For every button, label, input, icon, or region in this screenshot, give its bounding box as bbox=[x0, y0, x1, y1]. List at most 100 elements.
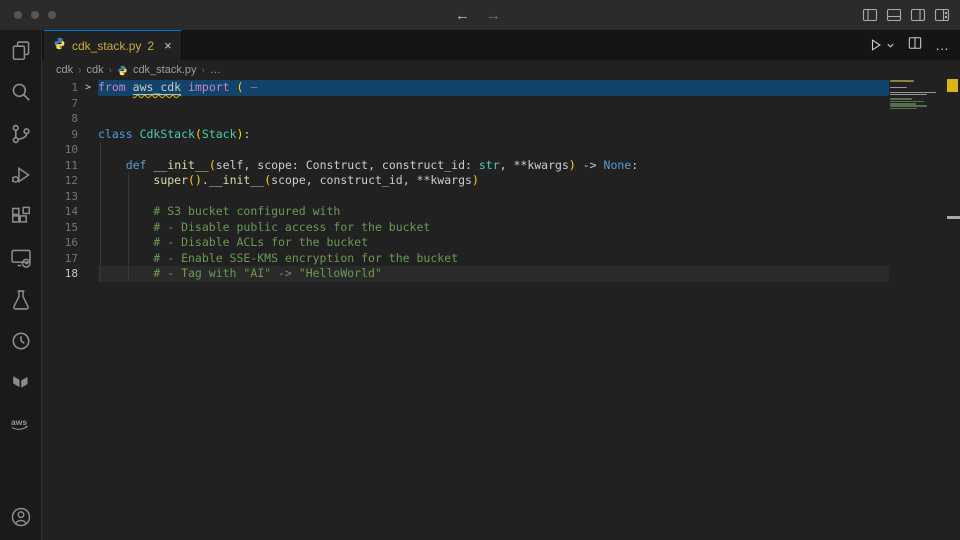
code-line[interactable]: 7 bbox=[42, 96, 960, 112]
code-line[interactable]: 10 bbox=[42, 142, 960, 158]
code-text[interactable]: # - Tag with "AI" -> "HelloWorld" bbox=[98, 266, 889, 282]
tab-problems-badge: 2 bbox=[147, 39, 154, 53]
line-number[interactable]: 14 bbox=[42, 204, 78, 220]
code-text[interactable] bbox=[98, 142, 889, 158]
code-line[interactable]: 9 class CdkStack(Stack): bbox=[42, 127, 960, 143]
line-number[interactable]: 16 bbox=[42, 235, 78, 251]
clock-icon[interactable] bbox=[0, 321, 42, 363]
code-line[interactable]: 16 # - Disable ACLs for the bucket bbox=[42, 235, 960, 251]
line-number[interactable]: 9 bbox=[42, 127, 78, 143]
breadcrumb-separator-icon: › bbox=[202, 65, 205, 76]
title-bar: ← → bbox=[0, 0, 960, 30]
fold-gutter bbox=[78, 127, 98, 143]
code-text[interactable]: super().__init__(scope, construct_id, **… bbox=[98, 173, 889, 189]
line-number[interactable]: 7 bbox=[42, 96, 78, 112]
toggle-secondary-sidebar-icon[interactable] bbox=[910, 7, 926, 23]
breadcrumb: cdk › cdk › cdk_stack.py › … bbox=[42, 60, 960, 80]
minimap-line bbox=[890, 108, 917, 110]
line-number[interactable]: 1 bbox=[42, 80, 78, 96]
indent-guide bbox=[100, 142, 101, 281]
extensions-icon[interactable] bbox=[0, 196, 42, 238]
fold-gutter bbox=[78, 189, 98, 205]
overview-ruler bbox=[946, 80, 960, 540]
window-minimize-button[interactable] bbox=[31, 11, 39, 19]
cursor-position-marker bbox=[947, 216, 960, 219]
code-text[interactable]: # - Disable public access for the bucket bbox=[98, 220, 889, 236]
run-and-debug-icon[interactable] bbox=[0, 155, 42, 197]
line-number[interactable]: 10 bbox=[42, 142, 78, 158]
line-number[interactable]: 12 bbox=[42, 173, 78, 189]
minimap-line bbox=[890, 98, 912, 100]
fold-gutter bbox=[78, 173, 98, 189]
code-line[interactable]: 17 # - Enable SSE-KMS encryption for the… bbox=[42, 251, 960, 267]
fold-gutter bbox=[78, 204, 98, 220]
tab-bar: cdk_stack.py 2 × bbox=[42, 30, 960, 60]
window-zoom-button[interactable] bbox=[48, 11, 56, 19]
tab-close-icon[interactable]: × bbox=[164, 38, 172, 53]
fold-chevron-icon[interactable]: > bbox=[78, 80, 98, 96]
minimap-line bbox=[890, 105, 927, 107]
code-text[interactable]: # S3 bucket configured with bbox=[98, 204, 889, 220]
warning-marker bbox=[947, 79, 958, 92]
python-file-icon bbox=[53, 37, 66, 55]
code-line[interactable]: 11 def __init__(self, scope: Construct, … bbox=[42, 158, 960, 174]
indent-guide bbox=[128, 173, 129, 281]
source-control-icon[interactable] bbox=[0, 113, 42, 155]
line-number[interactable]: 15 bbox=[42, 220, 78, 236]
aws-icon[interactable]: aws bbox=[0, 404, 42, 446]
code-lines: 1>from aws_cdk import ( —789class CdkSta… bbox=[42, 80, 960, 282]
code-text[interactable]: # - Enable SSE-KMS encryption for the bu… bbox=[98, 251, 889, 267]
more-actions-icon[interactable]: … bbox=[935, 40, 950, 50]
code-line[interactable]: 8 bbox=[42, 111, 960, 127]
code-line[interactable]: 12 super().__init__(scope, construct_id,… bbox=[42, 173, 960, 189]
minimap[interactable] bbox=[889, 80, 946, 280]
code-line[interactable]: 1>from aws_cdk import ( — bbox=[42, 80, 960, 96]
line-number[interactable]: 8 bbox=[42, 111, 78, 127]
terraform-icon[interactable] bbox=[0, 362, 42, 404]
code-text[interactable]: def __init__(self, scope: Construct, con… bbox=[98, 158, 889, 174]
code-text[interactable] bbox=[98, 96, 889, 112]
code-editor[interactable]: 1>from aws_cdk import ( —789class CdkSta… bbox=[42, 80, 960, 540]
window-close-button[interactable] bbox=[14, 11, 22, 19]
toggle-primary-sidebar-icon[interactable] bbox=[862, 7, 878, 23]
search-icon[interactable] bbox=[0, 72, 42, 114]
tab-cdk-stack-py[interactable]: cdk_stack.py 2 × bbox=[44, 30, 182, 60]
line-number[interactable]: 18 bbox=[42, 266, 78, 282]
code-text[interactable] bbox=[98, 111, 889, 127]
explorer-icon[interactable] bbox=[0, 30, 42, 72]
code-line[interactable]: 14 # S3 bucket configured with bbox=[42, 204, 960, 220]
fold-gutter bbox=[78, 142, 98, 158]
line-number[interactable]: 11 bbox=[42, 158, 78, 174]
minimap-line bbox=[890, 92, 936, 94]
remote-explorer-icon[interactable] bbox=[0, 238, 42, 280]
fold-gutter bbox=[78, 220, 98, 236]
code-line[interactable]: 18 # - Tag with "AI" -> "HelloWorld" bbox=[42, 266, 960, 282]
split-editor-icon[interactable] bbox=[908, 36, 922, 55]
line-number[interactable]: 13 bbox=[42, 189, 78, 205]
window-controls[interactable] bbox=[14, 11, 56, 19]
testing-beaker-icon[interactable] bbox=[0, 279, 42, 321]
minimap-line bbox=[890, 80, 914, 82]
line-number[interactable]: 17 bbox=[42, 251, 78, 267]
code-line[interactable]: 15 # - Disable public access for the buc… bbox=[42, 220, 960, 236]
account-icon[interactable] bbox=[0, 497, 42, 539]
breadcrumb-item[interactable]: cdk bbox=[56, 64, 73, 76]
tab-filename: cdk_stack.py bbox=[72, 39, 141, 53]
toggle-panel-icon[interactable] bbox=[886, 7, 902, 23]
code-text[interactable]: from aws_cdk import ( — bbox=[98, 80, 889, 96]
breadcrumb-item[interactable]: cdk bbox=[86, 64, 103, 76]
editor-actions: … bbox=[869, 30, 950, 60]
code-text[interactable]: # - Disable ACLs for the bucket bbox=[98, 235, 889, 251]
run-python-file-button[interactable] bbox=[869, 38, 895, 52]
customize-layout-icon[interactable] bbox=[934, 7, 950, 23]
navigate-forward-icon[interactable]: → bbox=[486, 7, 501, 24]
breadcrumb-item[interactable]: cdk_stack.py bbox=[133, 64, 197, 76]
code-text[interactable]: class CdkStack(Stack): bbox=[98, 127, 889, 143]
activity-bar: aws bbox=[0, 30, 42, 540]
code-text[interactable] bbox=[98, 189, 889, 205]
code-line[interactable]: 13 bbox=[42, 189, 960, 205]
breadcrumb-separator-icon: › bbox=[78, 65, 81, 76]
fold-gutter bbox=[78, 235, 98, 251]
breadcrumb-item[interactable]: … bbox=[210, 64, 221, 76]
navigate-back-icon[interactable]: ← bbox=[455, 7, 470, 24]
